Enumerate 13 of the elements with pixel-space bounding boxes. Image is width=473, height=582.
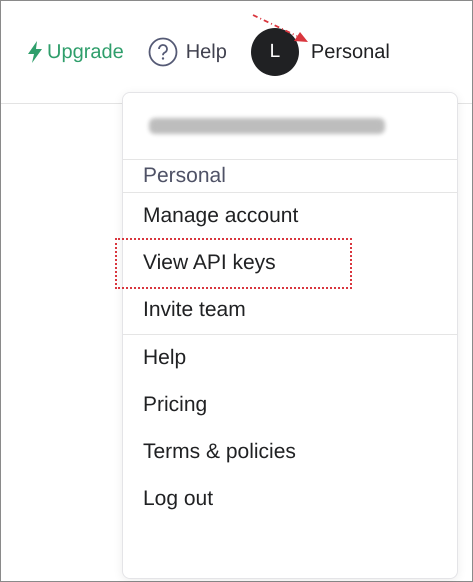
account-button[interactable]: L Personal	[250, 28, 390, 76]
menu-item[interactable]: Invite team	[143, 287, 433, 334]
menu-item[interactable]: Manage account	[143, 193, 433, 240]
menu-item[interactable]: View API keys	[117, 240, 350, 287]
avatar: L	[250, 28, 299, 76]
help-link[interactable]: Help	[148, 37, 227, 67]
lightning-icon	[27, 41, 43, 63]
menu-item[interactable]: Terms & policies	[143, 429, 433, 476]
help-icon	[148, 37, 178, 67]
menu-item[interactable]: Pricing	[143, 382, 433, 429]
menu-item[interactable]: Help	[143, 335, 433, 382]
menu-heading: Personal	[143, 163, 226, 189]
menu-item[interactable]: Log out	[143, 476, 433, 523]
